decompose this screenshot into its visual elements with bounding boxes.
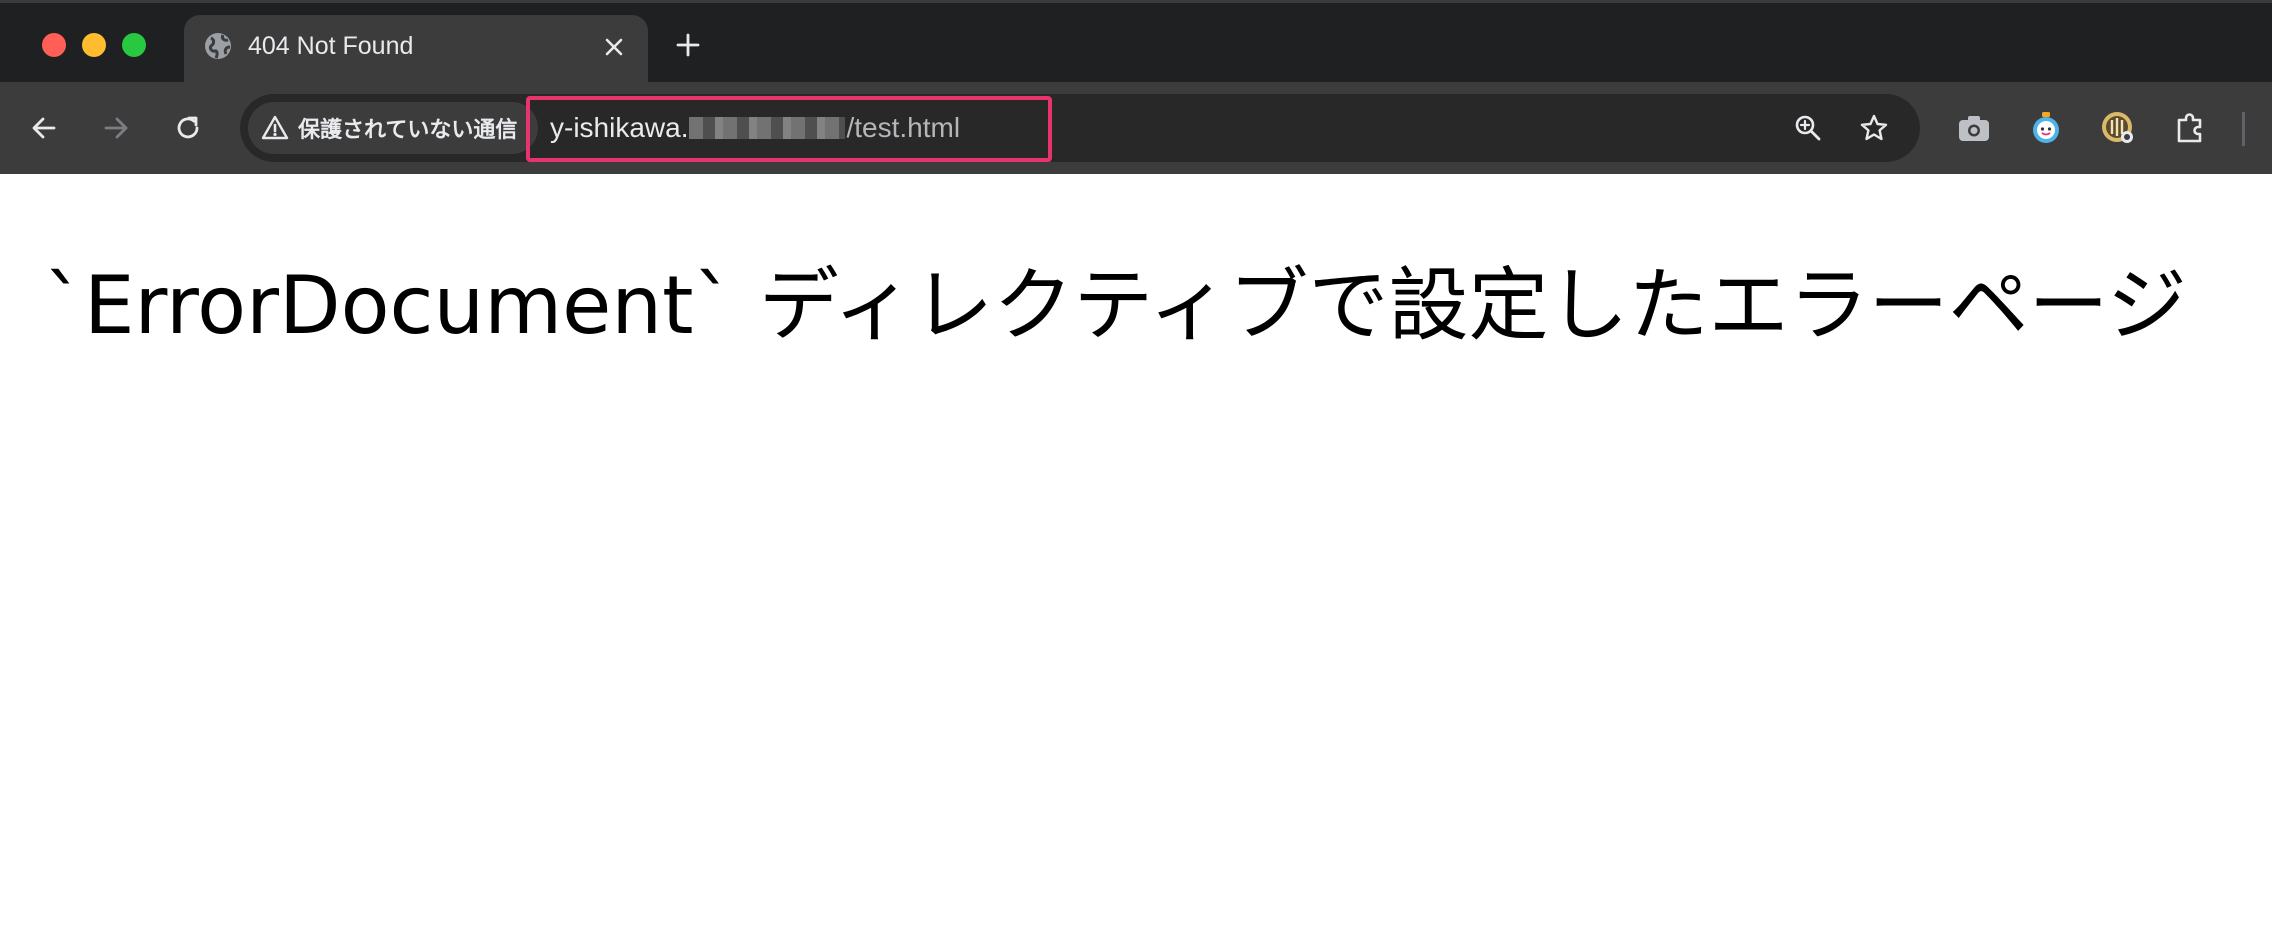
page-heading: `ErrorDocument` ディレクティブで設定したエラーページ [44,259,2187,352]
browser-window: 404 Not Found 保護されていない通信 y-ishikawa. /te… [0,0,2272,942]
page-content: `ErrorDocument` ディレクティブで設定したエラーページ [0,174,2272,942]
address-bar[interactable]: 保護されていない通信 y-ishikawa./test.html [240,94,1920,162]
circle-extension-icon[interactable] [2094,104,2142,152]
url-highlight-box [526,96,1052,162]
close-window-button[interactable] [42,33,66,57]
tab-title: 404 Not Found [248,32,414,60]
security-indicator[interactable]: 保護されていない通信 [248,102,538,154]
security-label: 保護されていない通信 [298,117,518,142]
warning-icon [260,113,290,143]
plus-icon[interactable] [666,23,710,67]
reload-icon[interactable] [164,104,212,152]
minimize-window-button[interactable] [82,33,106,57]
camera-icon[interactable] [1950,104,1998,152]
active-tab[interactable]: 404 Not Found [184,15,648,85]
zoom-icon[interactable] [1786,106,1830,150]
toolbar-divider [2242,112,2245,146]
arrow-left-icon[interactable] [20,104,68,152]
close-icon[interactable] [594,27,634,67]
maximize-window-button[interactable] [122,33,146,57]
timer-icon[interactable] [2022,104,2070,152]
tab-strip: 404 Not Found [0,0,2272,85]
arrow-right-icon[interactable] [92,104,140,152]
globe-icon [202,30,234,62]
puzzle-icon[interactable] [2166,104,2214,152]
star-icon[interactable] [1852,106,1896,150]
toolbar: 保護されていない通信 y-ishikawa./test.html [0,82,2272,174]
